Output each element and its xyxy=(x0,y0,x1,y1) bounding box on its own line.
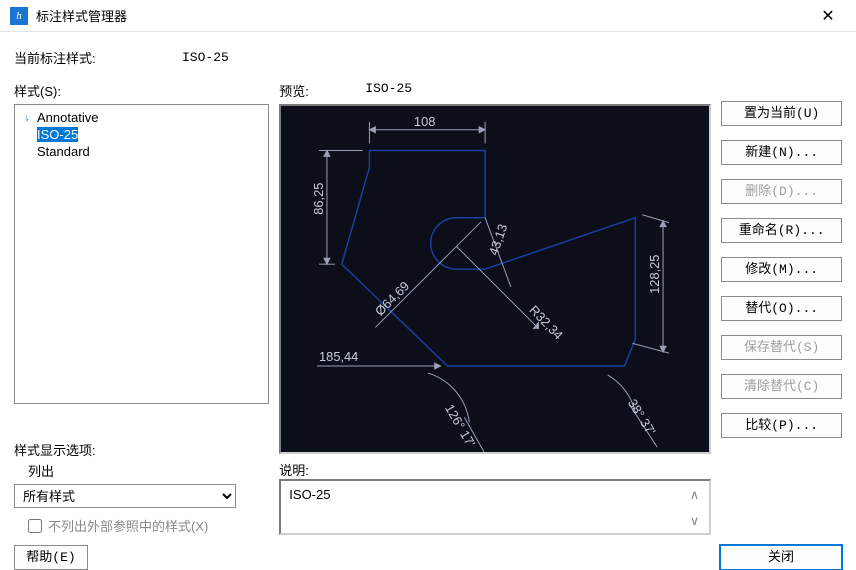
preview-style-name: ISO-25 xyxy=(365,81,412,100)
style-item-label: Annotative xyxy=(37,110,98,125)
dim-hlen: 185,44 xyxy=(319,349,358,364)
display-options-label: 样式显示选项: xyxy=(14,440,269,459)
preview-label: 预览: xyxy=(279,81,365,100)
dim-top: 108 xyxy=(414,114,435,129)
list-sublabel: 列出 xyxy=(28,461,269,480)
save-override-button: 保存替代(S) xyxy=(721,335,842,360)
current-style-label: 当前标注样式: xyxy=(14,48,182,67)
titlebar: h 标注样式管理器 ✕ xyxy=(0,0,856,32)
style-item[interactable]: Standard xyxy=(17,143,266,160)
current-style-row: 当前标注样式: ISO-25 xyxy=(14,48,842,67)
description-text: ISO-25 xyxy=(289,487,689,527)
middle-column: 预览: ISO-25 xyxy=(279,81,711,535)
dim-ang1: 126° 17' xyxy=(442,402,478,450)
style-item[interactable]: ISO-25 xyxy=(17,126,266,143)
preview-canvas: 108 86,25 128,25 R32,34 Ø64,69 43,13 185… xyxy=(279,104,711,454)
window-title: 标注样式管理器 xyxy=(36,6,810,25)
external-ref-checkbox[interactable] xyxy=(28,519,42,533)
rename-button[interactable]: 重命名(R)... xyxy=(721,218,842,243)
dim-right: 128,25 xyxy=(647,255,662,294)
annotative-icon: ⭏ xyxy=(19,111,35,124)
styles-list-label: 样式(S): xyxy=(14,81,269,100)
content: 当前标注样式: ISO-25 样式(S): ⭏AnnotativeISO-25S… xyxy=(0,32,856,568)
external-ref-checkbox-label: 不列出外部参照中的样式(X) xyxy=(48,516,208,535)
close-icon[interactable]: ✕ xyxy=(810,2,846,30)
style-item-label: ISO-25 xyxy=(37,127,78,142)
styles-list[interactable]: ⭏AnnotativeISO-25Standard xyxy=(14,104,269,404)
dim-ang2: 38° 37' xyxy=(625,396,659,438)
new-button[interactable]: 新建(N)... xyxy=(721,140,842,165)
description-label: 说明: xyxy=(279,460,711,479)
modify-button[interactable]: 修改(M)... xyxy=(721,257,842,282)
preview-header: 预览: ISO-25 xyxy=(279,81,711,100)
list-filter-select[interactable]: 所有样式 xyxy=(14,484,236,508)
description-box: ISO-25 ∧∨ xyxy=(279,479,711,535)
style-item-label: Standard xyxy=(37,144,90,159)
app-icon: h xyxy=(10,7,28,25)
style-item[interactable]: ⭏Annotative xyxy=(17,109,266,126)
dim-left: 86,25 xyxy=(311,183,326,215)
override-button[interactable]: 替代(O)... xyxy=(721,296,842,321)
close-button[interactable]: 关闭 xyxy=(720,545,842,570)
compare-button[interactable]: 比较(P)... xyxy=(721,413,842,438)
external-ref-checkbox-row[interactable]: 不列出外部参照中的样式(X) xyxy=(28,516,269,535)
delete-button: 删除(D)... xyxy=(721,179,842,204)
clear-override-button: 清除替代(C) xyxy=(721,374,842,399)
help-button[interactable]: 帮助(E) xyxy=(14,545,88,570)
chevron-up-icon: ∧ xyxy=(690,487,700,503)
main-row: 样式(S): ⭏AnnotativeISO-25Standard 样式显示选项:… xyxy=(14,81,842,535)
chevron-down-icon: ∨ xyxy=(690,513,700,529)
right-column: 置为当前(U) 新建(N)... 删除(D)... 重命名(R)... 修改(M… xyxy=(721,81,842,535)
description-scroll[interactable]: ∧∨ xyxy=(690,487,700,527)
current-style-value: ISO-25 xyxy=(182,50,229,65)
set-current-button[interactable]: 置为当前(U) xyxy=(721,101,842,126)
left-column: 样式(S): ⭏AnnotativeISO-25Standard 样式显示选项:… xyxy=(14,81,269,535)
display-options: 样式显示选项: 列出 所有样式 不列出外部参照中的样式(X) xyxy=(14,440,269,535)
dim-inner: 43,13 xyxy=(486,222,511,257)
list-filter-select-wrap: 所有样式 xyxy=(14,484,269,508)
bottom-row: 帮助(E) 关闭 xyxy=(14,545,842,570)
